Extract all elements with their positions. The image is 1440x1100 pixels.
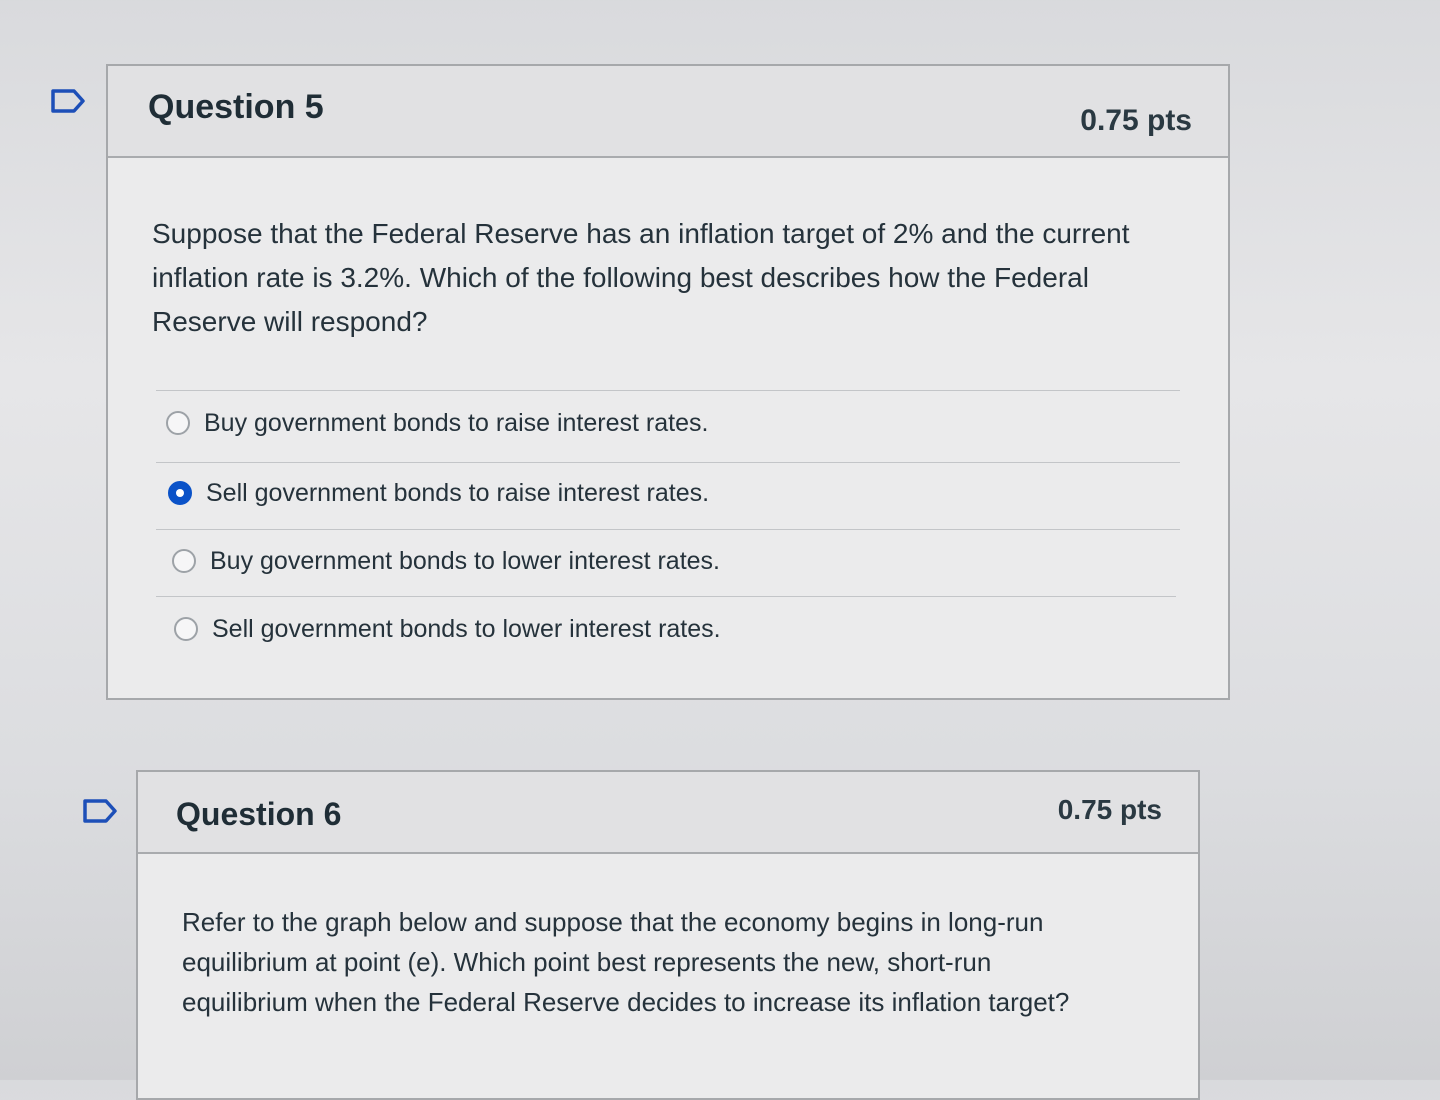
question-6-header: Question 6 0.75 pts xyxy=(138,772,1198,854)
question-6-title: Question 6 xyxy=(176,796,342,832)
answer-divider xyxy=(156,462,1180,463)
question-5-text-line: Suppose that the Federal Reserve has an … xyxy=(152,218,1130,249)
question-6-text-line: equilibrium when the Federal Reserve dec… xyxy=(182,987,1070,1017)
answer-label: Buy government bonds to lower interest r… xyxy=(210,546,720,575)
quiz-page: { "questions": [ { "title": "Question 5"… xyxy=(0,0,1440,1100)
radio-unselected-icon[interactable] xyxy=(172,549,196,573)
question-5-points: 0.75 pts xyxy=(1080,104,1192,137)
flag-question-icon[interactable] xyxy=(82,798,118,824)
answer-label: Sell government bonds to raise interest … xyxy=(206,478,710,507)
question-5-title: Question 5 xyxy=(148,88,324,126)
question-5-text: Suppose that the Federal Reserve has an … xyxy=(152,212,1130,344)
answer-option[interactable]: Sell government bonds to lower interest … xyxy=(174,604,721,654)
flag-question-icon[interactable] xyxy=(50,88,86,114)
answer-label: Buy government bonds to raise interest r… xyxy=(204,408,709,437)
answer-option[interactable]: Buy government bonds to lower interest r… xyxy=(172,536,720,586)
question-6-points: 0.75 pts xyxy=(1057,794,1162,825)
answers-top-divider xyxy=(156,390,1180,391)
question-6-text: Refer to the graph below and suppose tha… xyxy=(182,902,1069,1022)
radio-unselected-icon[interactable] xyxy=(174,617,198,641)
radio-unselected-icon[interactable] xyxy=(166,411,190,435)
question-6-text-line: Refer to the graph below and suppose tha… xyxy=(182,907,1044,937)
question-6-card: Question 6 0.75 pts Refer to the graph b… xyxy=(136,770,1200,1100)
answer-option[interactable]: Sell government bonds to raise interest … xyxy=(168,468,709,518)
answer-divider xyxy=(156,529,1180,530)
answer-label: Sell government bonds to lower interest … xyxy=(212,614,721,643)
answer-option[interactable]: Buy government bonds to raise interest r… xyxy=(166,398,708,448)
radio-selected-icon[interactable] xyxy=(168,481,192,505)
question-5-text-line: inflation rate is 3.2%. Which of the fol… xyxy=(152,262,1089,293)
question-6-text-line: equilibrium at point (e). Which point be… xyxy=(182,947,992,977)
question-5-header: Question 5 0.75 pts xyxy=(108,66,1228,158)
question-5-card: Question 5 0.75 pts Suppose that the Fed… xyxy=(106,64,1230,700)
question-5-text-line: Reserve will respond? xyxy=(152,306,428,337)
answer-divider xyxy=(156,596,1176,597)
